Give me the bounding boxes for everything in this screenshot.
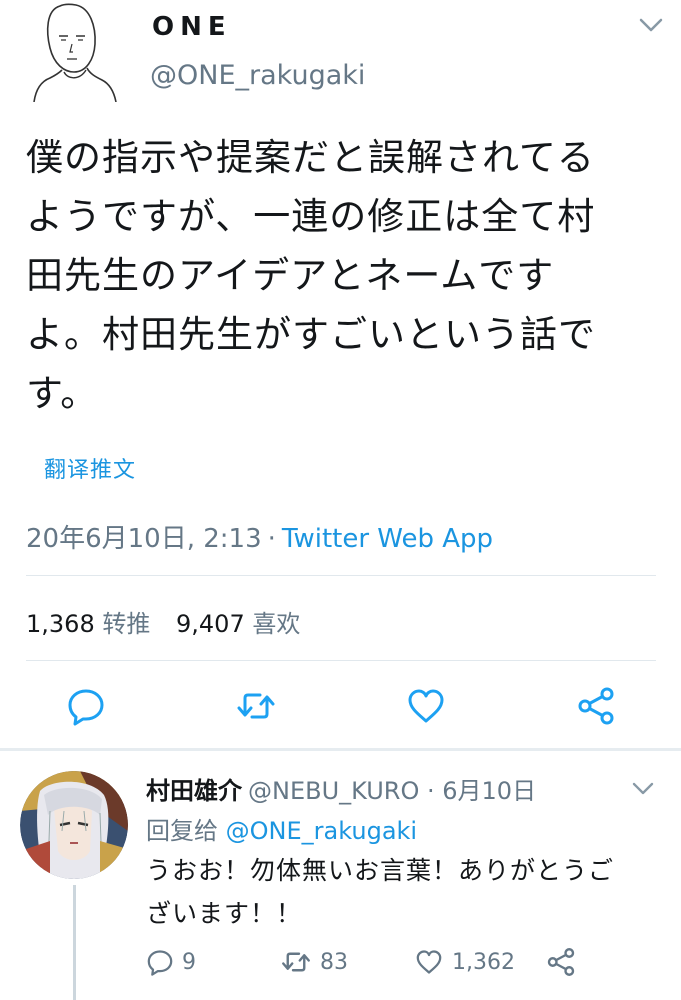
reply-like-action[interactable]: 1,362 bbox=[414, 944, 515, 980]
thread-line bbox=[73, 885, 76, 1000]
meta-separator: · bbox=[267, 524, 276, 554]
replying-to: 回复给 @ONE_rakugaki bbox=[146, 811, 417, 846]
one-avatar[interactable] bbox=[24, 2, 124, 102]
share-icon[interactable] bbox=[576, 686, 616, 726]
user-handle[interactable]: @ONE_rakugaki bbox=[150, 60, 365, 91]
reply-like-count: 1,362 bbox=[452, 949, 515, 975]
tweet-meta: 20年6月10日, 2:13 · Twitter Web App bbox=[26, 518, 493, 555]
retweet-stat[interactable]: 1,368 转推 bbox=[26, 610, 150, 638]
share-icon bbox=[547, 948, 575, 976]
reply-icon[interactable] bbox=[66, 686, 106, 726]
replying-to-handle[interactable]: @ONE_rakugaki bbox=[226, 817, 417, 845]
retweet-icon[interactable] bbox=[236, 686, 276, 726]
murata-avatar[interactable] bbox=[20, 771, 128, 879]
source-app-link[interactable]: Twitter Web App bbox=[282, 524, 493, 554]
reply-text: うおお！勿体無いお言葉！ありがとうご ざいます！！ bbox=[146, 856, 615, 928]
divider bbox=[26, 660, 656, 661]
tweet-time[interactable]: 20年6月10日, 2:13 bbox=[26, 524, 262, 554]
reply-handle-date[interactable]: @NEBU_KURO · 6月10日 bbox=[248, 777, 536, 805]
retweet-count: 1,368 bbox=[26, 610, 95, 638]
replying-to-label: 回复给 bbox=[146, 817, 218, 845]
like-label: 喜欢 bbox=[252, 610, 301, 638]
display-name[interactable]: ONE bbox=[152, 12, 232, 42]
reply-icon bbox=[147, 950, 173, 976]
like-count: 9,407 bbox=[176, 610, 245, 638]
reply-share-action[interactable] bbox=[546, 944, 576, 980]
chevron-down-icon[interactable] bbox=[630, 779, 656, 799]
translate-tweet-link[interactable]: 翻译推文 bbox=[44, 452, 136, 484]
reply-retweet-count: 83 bbox=[320, 949, 348, 975]
like-stat[interactable]: 9,407 喜欢 bbox=[176, 610, 300, 638]
reply-reply-action[interactable]: 9 bbox=[146, 944, 196, 980]
reply-header: 村田雄介 @NEBU_KURO · 6月10日 bbox=[146, 771, 536, 806]
reply-display-name[interactable]: 村田雄介 bbox=[146, 777, 242, 805]
like-icon[interactable] bbox=[406, 686, 446, 726]
divider bbox=[26, 575, 656, 576]
main-tweet: ONE @ONE_rakugaki 僕の指示や提案だと誤解されてる ようですが、… bbox=[0, 0, 681, 748]
retweet-icon bbox=[282, 952, 310, 972]
retweet-label: 转推 bbox=[102, 610, 151, 638]
reply-count: 9 bbox=[182, 949, 196, 975]
chevron-down-icon[interactable] bbox=[636, 14, 666, 36]
tweet-stats: 1,368 转推 9,407 喜欢 bbox=[26, 604, 300, 639]
like-icon bbox=[416, 950, 442, 974]
reply-retweet-action[interactable]: 83 bbox=[280, 944, 348, 980]
tweet-text: 僕の指示や提案だと誤解されてる ようですが、一連の修正は全て村 田先生のアイデア… bbox=[26, 136, 596, 415]
